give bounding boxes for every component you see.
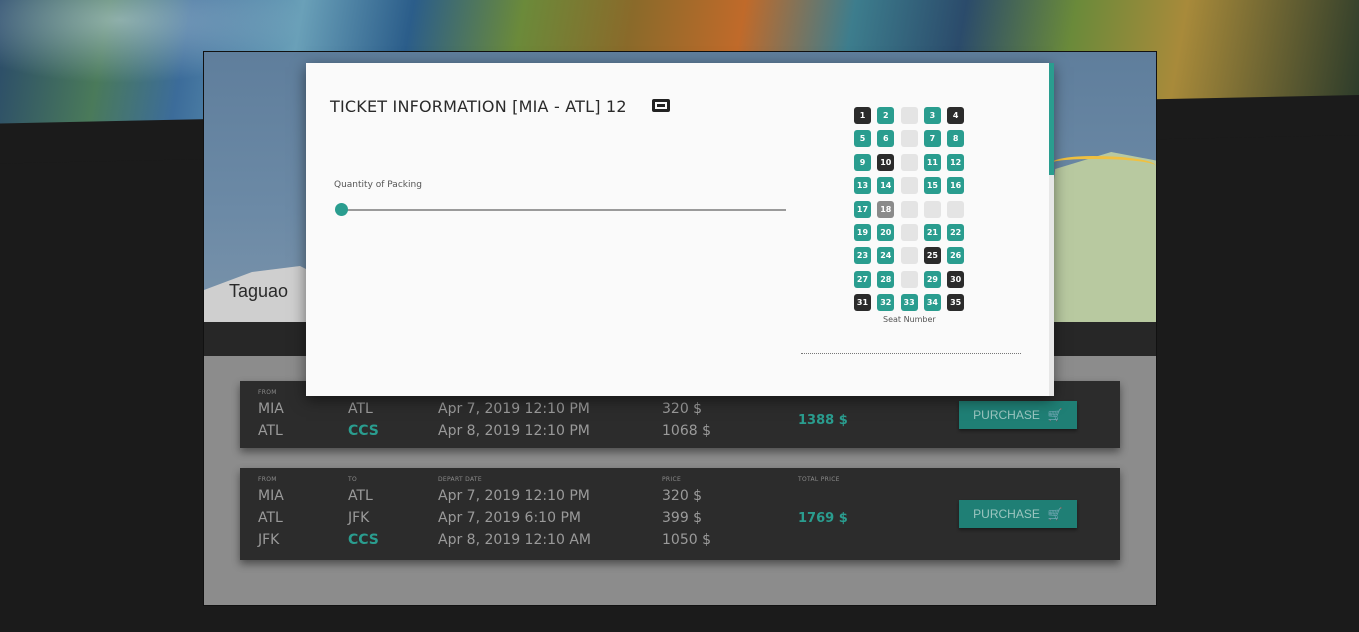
seat-4[interactable]: 4 — [947, 107, 965, 124]
seat-3[interactable]: 3 — [923, 107, 941, 124]
leg-price: 320 $ — [662, 488, 703, 504]
seat-map: 1 2 3 4 5 6 7 8 9 10 11 12 13 14 15 16 17 18 19 20 21 22 23 24 2… — [854, 107, 974, 312]
seat-14[interactable]: 14 — [877, 177, 895, 195]
flight-card: FROM TO DEPART DATE PRICE TOTAL PRICE MI… — [240, 468, 1120, 560]
seat-8[interactable]: 8 — [947, 130, 965, 148]
purchase-label: PURCHASE — [973, 507, 1040, 521]
seat-27[interactable]: 27 — [854, 270, 871, 288]
header-price: PRICE — [662, 476, 682, 483]
seat-empty — [900, 107, 918, 124]
seat-16[interactable]: 16 — [947, 177, 965, 195]
leg-from: MIA — [258, 401, 284, 417]
seat-24[interactable]: 24 — [877, 247, 895, 265]
quantity-slider-handle[interactable] — [335, 203, 348, 216]
seat-18[interactable]: 18 — [877, 200, 895, 218]
seat-11[interactable]: 11 — [923, 153, 941, 171]
seat-35[interactable]: 35 — [947, 294, 965, 312]
seat-13[interactable]: 13 — [854, 177, 871, 195]
modal-scrollbar-thumb[interactable] — [1049, 63, 1054, 175]
seat-29[interactable]: 29 — [923, 270, 941, 288]
seat-empty — [900, 224, 918, 241]
seat-23[interactable]: 23 — [854, 247, 871, 265]
leg-from: MIA — [258, 488, 284, 504]
seat-empty — [947, 200, 965, 218]
seat-empty — [900, 130, 918, 148]
ticket-modal: TICKET INFORMATION [MIA - ATL] 12 Quanti… — [306, 63, 1053, 396]
leg-date: Apr 8, 2019 12:10 PM — [438, 423, 590, 439]
seat-9[interactable]: 9 — [854, 153, 871, 171]
header-from: FROM — [258, 476, 277, 483]
seat-1[interactable]: 1 — [854, 107, 871, 124]
header-total-price: TOTAL PRICE — [798, 476, 840, 483]
seat-empty — [900, 200, 918, 218]
seat-19[interactable]: 19 — [854, 224, 871, 241]
leg-price: 1050 $ — [662, 532, 711, 548]
map-place-label: Taguao — [229, 281, 289, 301]
seat-empty — [900, 177, 918, 195]
header-to: TO — [348, 476, 357, 483]
seat-empty — [923, 200, 941, 218]
quantity-slider-track[interactable] — [342, 209, 786, 211]
purchase-button[interactable]: PURCHASE 🛒 — [959, 500, 1077, 528]
seat-28[interactable]: 28 — [877, 270, 895, 288]
seat-26[interactable]: 26 — [947, 247, 965, 265]
seat-empty — [900, 247, 918, 265]
seat-empty — [900, 153, 918, 171]
quantity-label: Quantity of Packing — [334, 180, 422, 190]
seat-empty — [900, 270, 918, 288]
leg-from: ATL — [258, 510, 283, 526]
leg-from: JFK — [258, 532, 280, 548]
seat-31[interactable]: 31 — [854, 294, 871, 312]
seat-number-label: Seat Number — [883, 315, 936, 324]
cart-icon: 🛒 — [1047, 507, 1063, 521]
leg-to: ATL — [348, 401, 373, 417]
seat-2[interactable]: 2 — [877, 107, 895, 124]
total-price: 1388 $ — [798, 413, 848, 428]
seat-15[interactable]: 15 — [923, 177, 941, 195]
total-price: 1769 $ — [798, 511, 848, 526]
leg-date: Apr 7, 2019 12:10 PM — [438, 488, 590, 504]
seat-12[interactable]: 12 — [947, 153, 965, 171]
header-depart-date: DEPART DATE — [438, 476, 482, 483]
map-road — [1052, 156, 1156, 173]
header-from: FROM — [258, 389, 277, 396]
seat-34[interactable]: 34 — [923, 294, 941, 312]
cart-icon: 🛒 — [1047, 408, 1063, 422]
leg-to: ATL — [348, 488, 373, 504]
seat-33[interactable]: 33 — [900, 294, 918, 312]
leg-price: 399 $ — [662, 510, 703, 526]
purchase-button[interactable]: PURCHASE 🛒 — [959, 401, 1077, 429]
seat-5[interactable]: 5 — [854, 130, 871, 148]
seat-10[interactable]: 10 — [877, 153, 895, 171]
modal-title: TICKET INFORMATION [MIA - ATL] 12 — [330, 97, 627, 116]
seat-20[interactable]: 20 — [877, 224, 895, 241]
leg-to: CCS — [348, 532, 379, 548]
leg-date: Apr 7, 2019 6:10 PM — [438, 510, 581, 526]
leg-date: Apr 7, 2019 12:10 PM — [438, 401, 590, 417]
leg-price: 1068 $ — [662, 423, 711, 439]
map-land — [1044, 152, 1156, 322]
leg-to: JFK — [348, 510, 370, 526]
seat-22[interactable]: 22 — [947, 224, 965, 241]
seat-21[interactable]: 21 — [923, 224, 941, 241]
seat-7[interactable]: 7 — [923, 130, 941, 148]
seat-32[interactable]: 32 — [877, 294, 895, 312]
ticket-icon — [652, 99, 670, 112]
seat-6[interactable]: 6 — [877, 130, 895, 148]
leg-to: CCS — [348, 423, 379, 439]
seat-25[interactable]: 25 — [923, 247, 941, 265]
leg-date: Apr 8, 2019 12:10 AM — [438, 532, 592, 548]
seat-30[interactable]: 30 — [947, 270, 965, 288]
leg-price: 320 $ — [662, 401, 703, 417]
seat-17[interactable]: 17 — [854, 200, 871, 218]
leg-from: ATL — [258, 423, 283, 439]
purchase-label: PURCHASE — [973, 408, 1040, 422]
dotted-divider — [801, 353, 1021, 354]
